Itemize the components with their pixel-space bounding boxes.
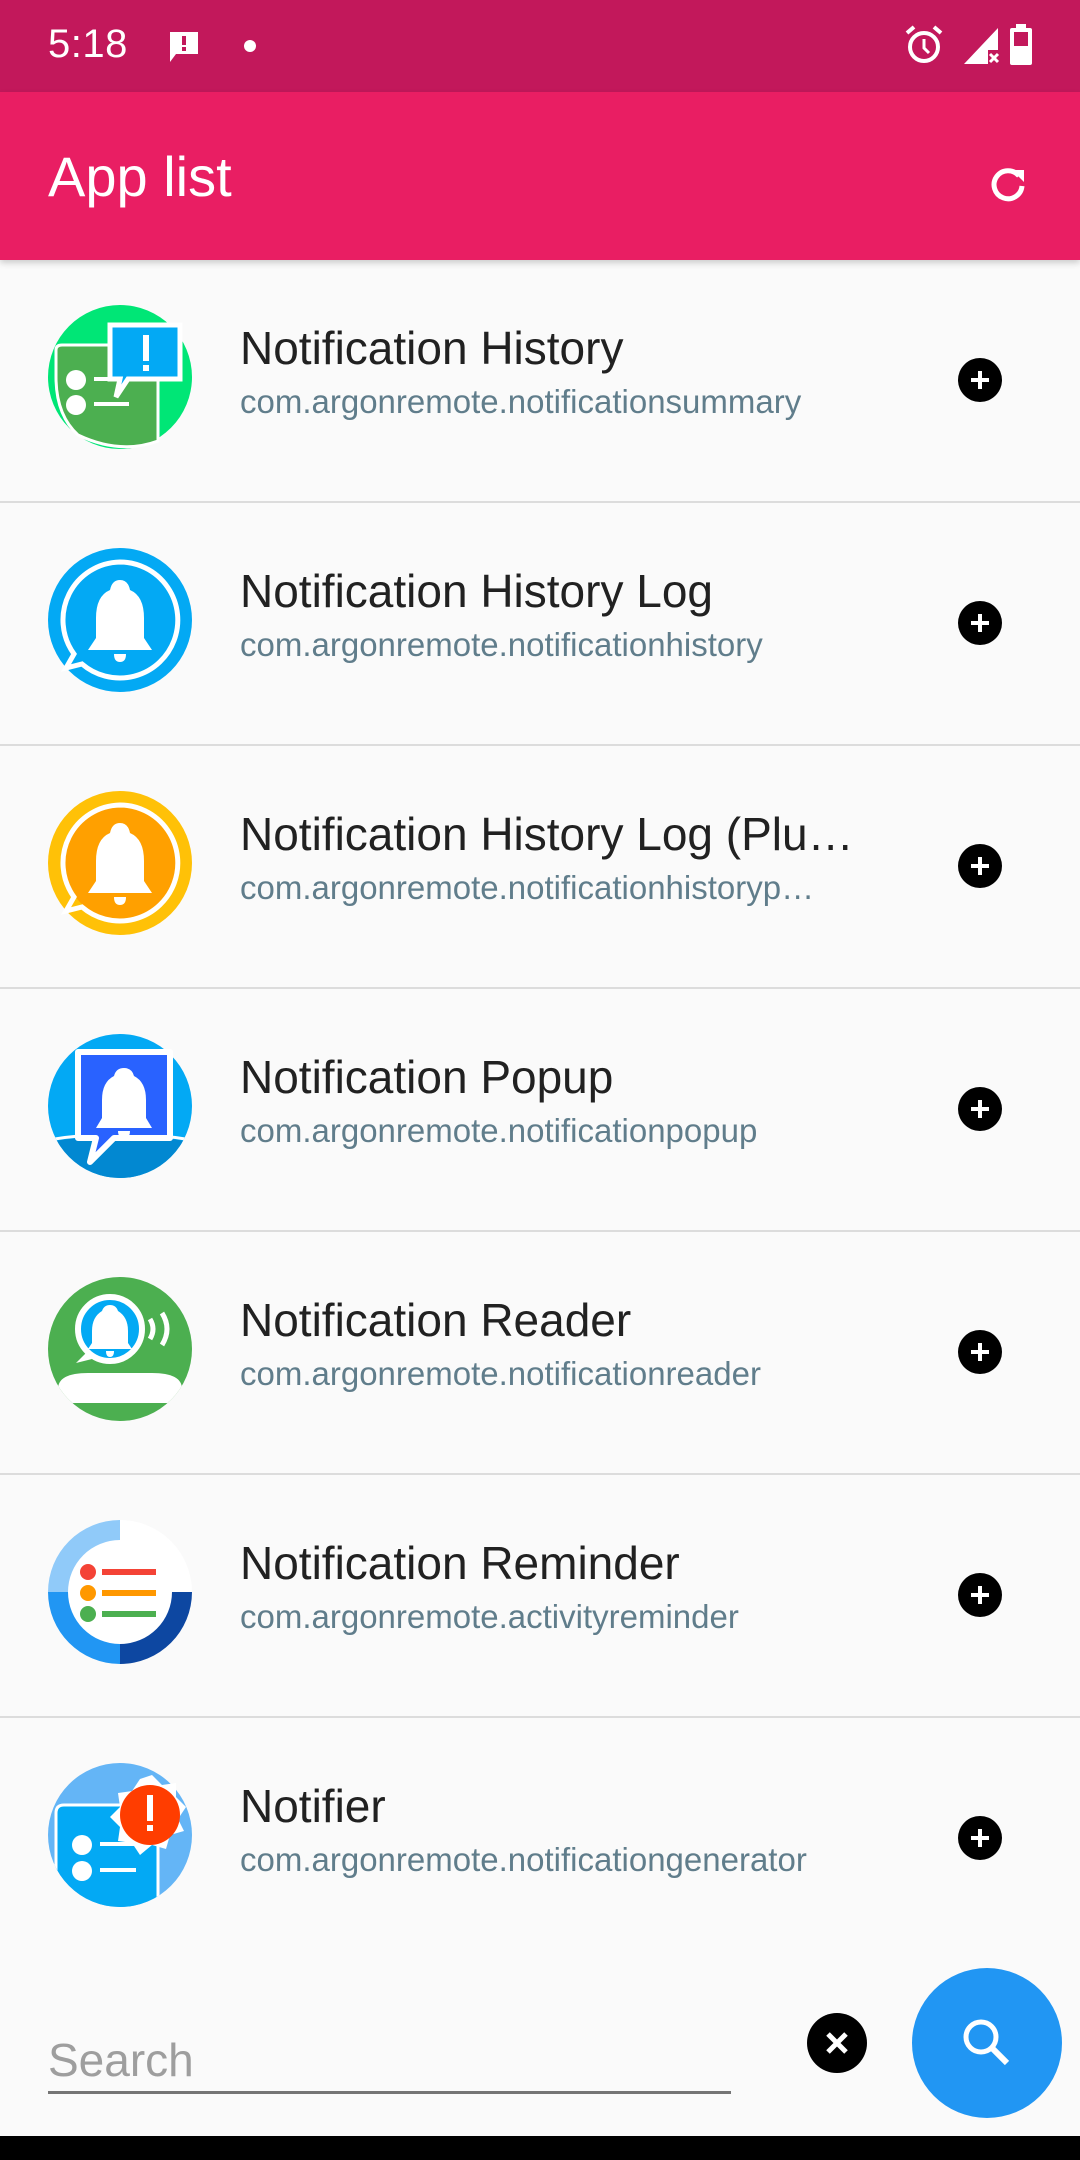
app-package: com.argonremote.notificationreader [240, 1355, 761, 1392]
app-package: com.argonremote.notificationgenerator [240, 1841, 807, 1878]
app-info: Notification History com.argonremote.not… [240, 320, 880, 424]
add-circle-icon [971, 1829, 989, 1847]
add-circle-icon [971, 857, 989, 875]
list-item[interactable]: Notification Reader com.argonremote.noti… [0, 1232, 1080, 1475]
notification-history-app-icon [48, 305, 192, 449]
app-package: com.argonremote.notificationpopup [240, 1112, 758, 1149]
notification-reader-app-icon [48, 1277, 192, 1421]
status-bar: 5:18 [0, 0, 1080, 92]
list-item[interactable]: Notification Popup com.argonremote.notif… [0, 989, 1080, 1232]
clear-icon [826, 2032, 848, 2054]
add-app-button[interactable] [958, 358, 1002, 402]
app-package: com.argonremote.notificationhistoryp… [240, 869, 815, 906]
list-item[interactable]: Notification History Log com.argonremote… [0, 503, 1080, 746]
search-icon [963, 2019, 1010, 2066]
add-app-button[interactable] [958, 1573, 1002, 1617]
app-info: Notification Reader com.argonremote.noti… [240, 1292, 880, 1396]
app-name: Notifier [240, 1780, 386, 1832]
page-title: App list [48, 145, 232, 208]
refresh-icon [991, 168, 1025, 202]
notifier-app-icon [48, 1763, 192, 1907]
app-name: Notification History [240, 322, 624, 374]
list-item[interactable]: Notifier com.argonremote.notificationgen… [0, 1718, 1080, 1961]
add-app-button[interactable] [958, 1087, 1002, 1131]
list-item[interactable]: Notification History Log (Plu… com.argon… [0, 746, 1080, 989]
search-underline [48, 2091, 731, 2094]
add-app-button[interactable] [958, 1816, 1002, 1860]
notification-history-log-plus-app-icon [48, 791, 192, 935]
status-time: 5:18 [48, 22, 128, 66]
list-item[interactable]: Notification History com.argonremote.not… [0, 260, 1080, 503]
signal-no-data-icon [964, 28, 1000, 64]
add-circle-icon [971, 1100, 989, 1118]
app-name: Notification History Log [240, 565, 713, 617]
app-info: Notification History Log com.argonremote… [240, 563, 880, 667]
app-package: com.argonremote.notificationhistory [240, 626, 763, 663]
app-bar: App list [0, 92, 1080, 260]
search-bar [0, 1951, 1080, 2136]
clear-search-button[interactable] [807, 2013, 867, 2073]
notification-popup-app-icon [48, 1034, 192, 1178]
notification-reminder-app-icon [48, 1520, 192, 1664]
app-info: Notification Reminder com.argonremote.ac… [240, 1535, 880, 1639]
add-app-button[interactable] [958, 1330, 1002, 1374]
add-circle-icon [971, 371, 989, 389]
app-name: Notification Reminder [240, 1537, 680, 1589]
notification-history-log-app-icon [48, 548, 192, 692]
app-list: Notification History com.argonremote.not… [0, 260, 1080, 1961]
app-package: com.argonremote.notificationsummary [240, 383, 802, 420]
dot-icon [244, 40, 256, 52]
app-package: com.argonremote.activityreminder [240, 1598, 739, 1635]
alarm-icon [905, 25, 943, 63]
app-info: Notification Popup com.argonremote.notif… [240, 1049, 880, 1153]
app-info: Notification History Log (Plu… com.argon… [240, 806, 880, 910]
add-circle-icon [971, 1343, 989, 1361]
search-button[interactable] [912, 1968, 1062, 2118]
app-info: Notifier com.argonremote.notificationgen… [240, 1778, 880, 1882]
navigation-bar [0, 2136, 1080, 2160]
battery-icon [1010, 24, 1032, 65]
add-app-button[interactable] [958, 844, 1002, 888]
message-alert-icon [170, 32, 198, 62]
add-circle-icon [971, 1586, 989, 1604]
list-item[interactable]: Notification Reminder com.argonremote.ac… [0, 1475, 1080, 1718]
add-app-button[interactable] [958, 601, 1002, 645]
refresh-button[interactable] [976, 152, 1040, 216]
app-name: Notification History Log (Plu… [240, 808, 854, 860]
app-name: Notification Reader [240, 1294, 632, 1346]
search-input[interactable] [48, 2031, 731, 2089]
add-circle-icon [971, 614, 989, 632]
app-name: Notification Popup [240, 1051, 614, 1103]
